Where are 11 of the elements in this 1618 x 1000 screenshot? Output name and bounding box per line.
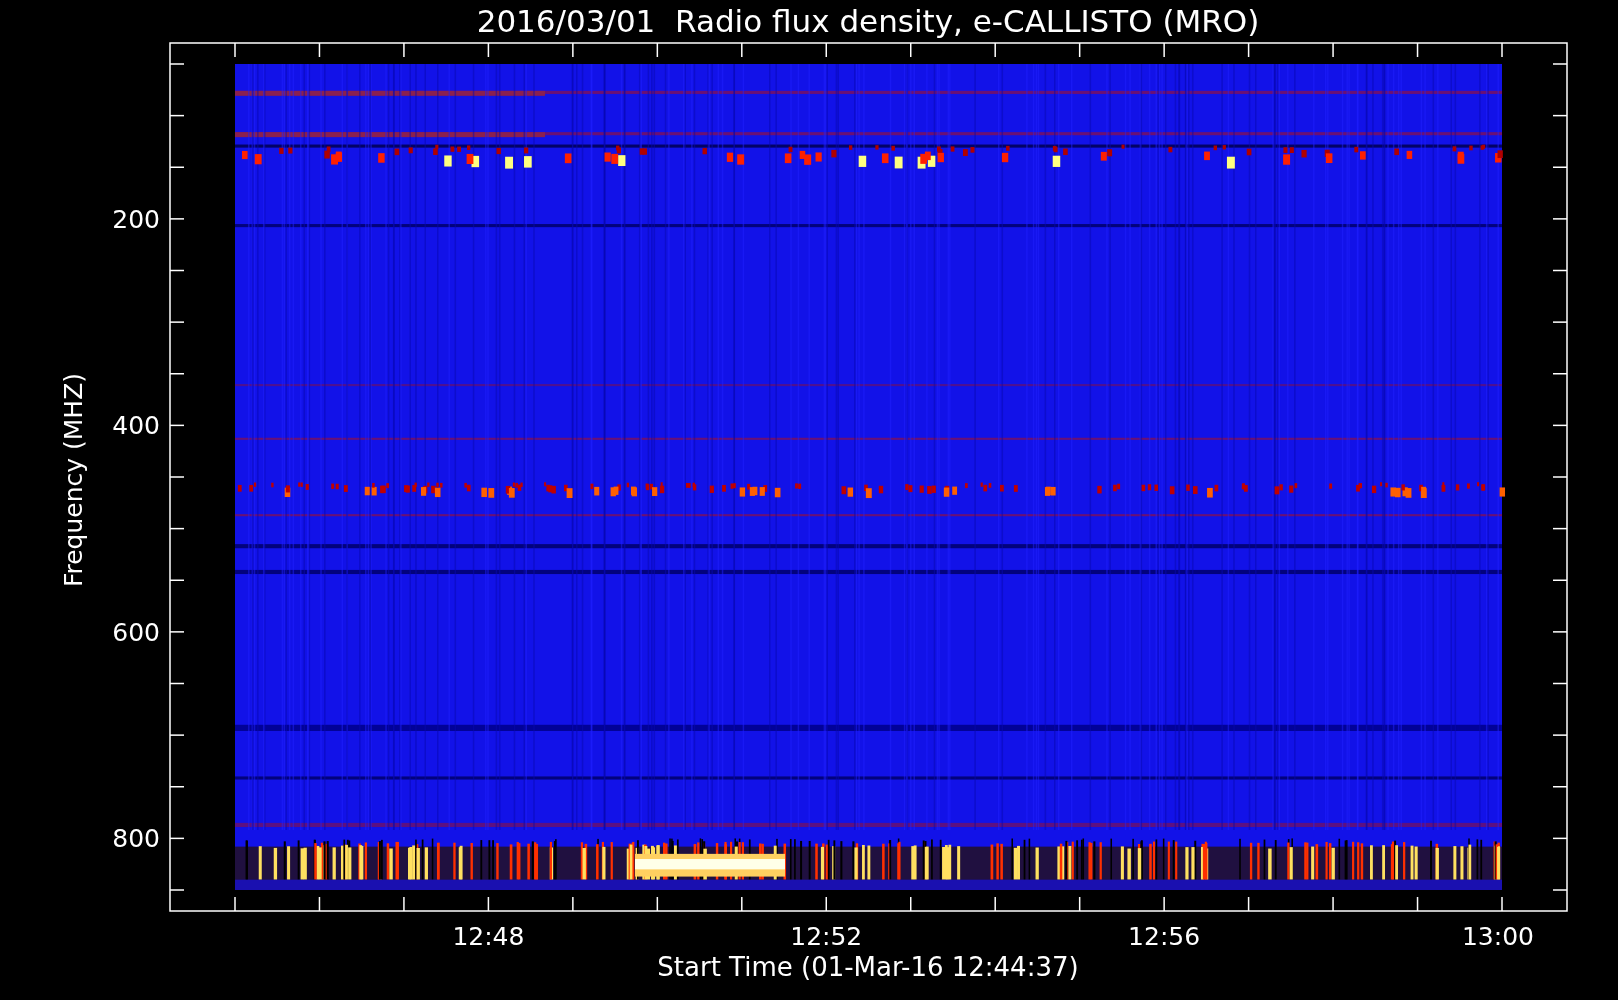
y-tick-label: 400 <box>112 411 160 441</box>
y-axis-label: Frequency (MHZ) <box>59 372 88 588</box>
x-tick-label: 13:00 <box>1462 922 1534 951</box>
y-tick-label: 600 <box>112 617 160 647</box>
y-tick-label: 200 <box>112 204 160 234</box>
x-tick-label: 12:48 <box>452 922 525 951</box>
x-axis-label: Start Time (01-Mar-16 12:44:37) <box>657 952 1079 982</box>
y-tick-label: 800 <box>112 824 160 854</box>
chart-title: 2016/03/01 Radio flux density, e-CALLISTO (MRO) <box>476 3 1260 39</box>
x-tick-label: 12:56 <box>1128 922 1201 951</box>
x-tick-label: 12:52 <box>790 922 863 951</box>
